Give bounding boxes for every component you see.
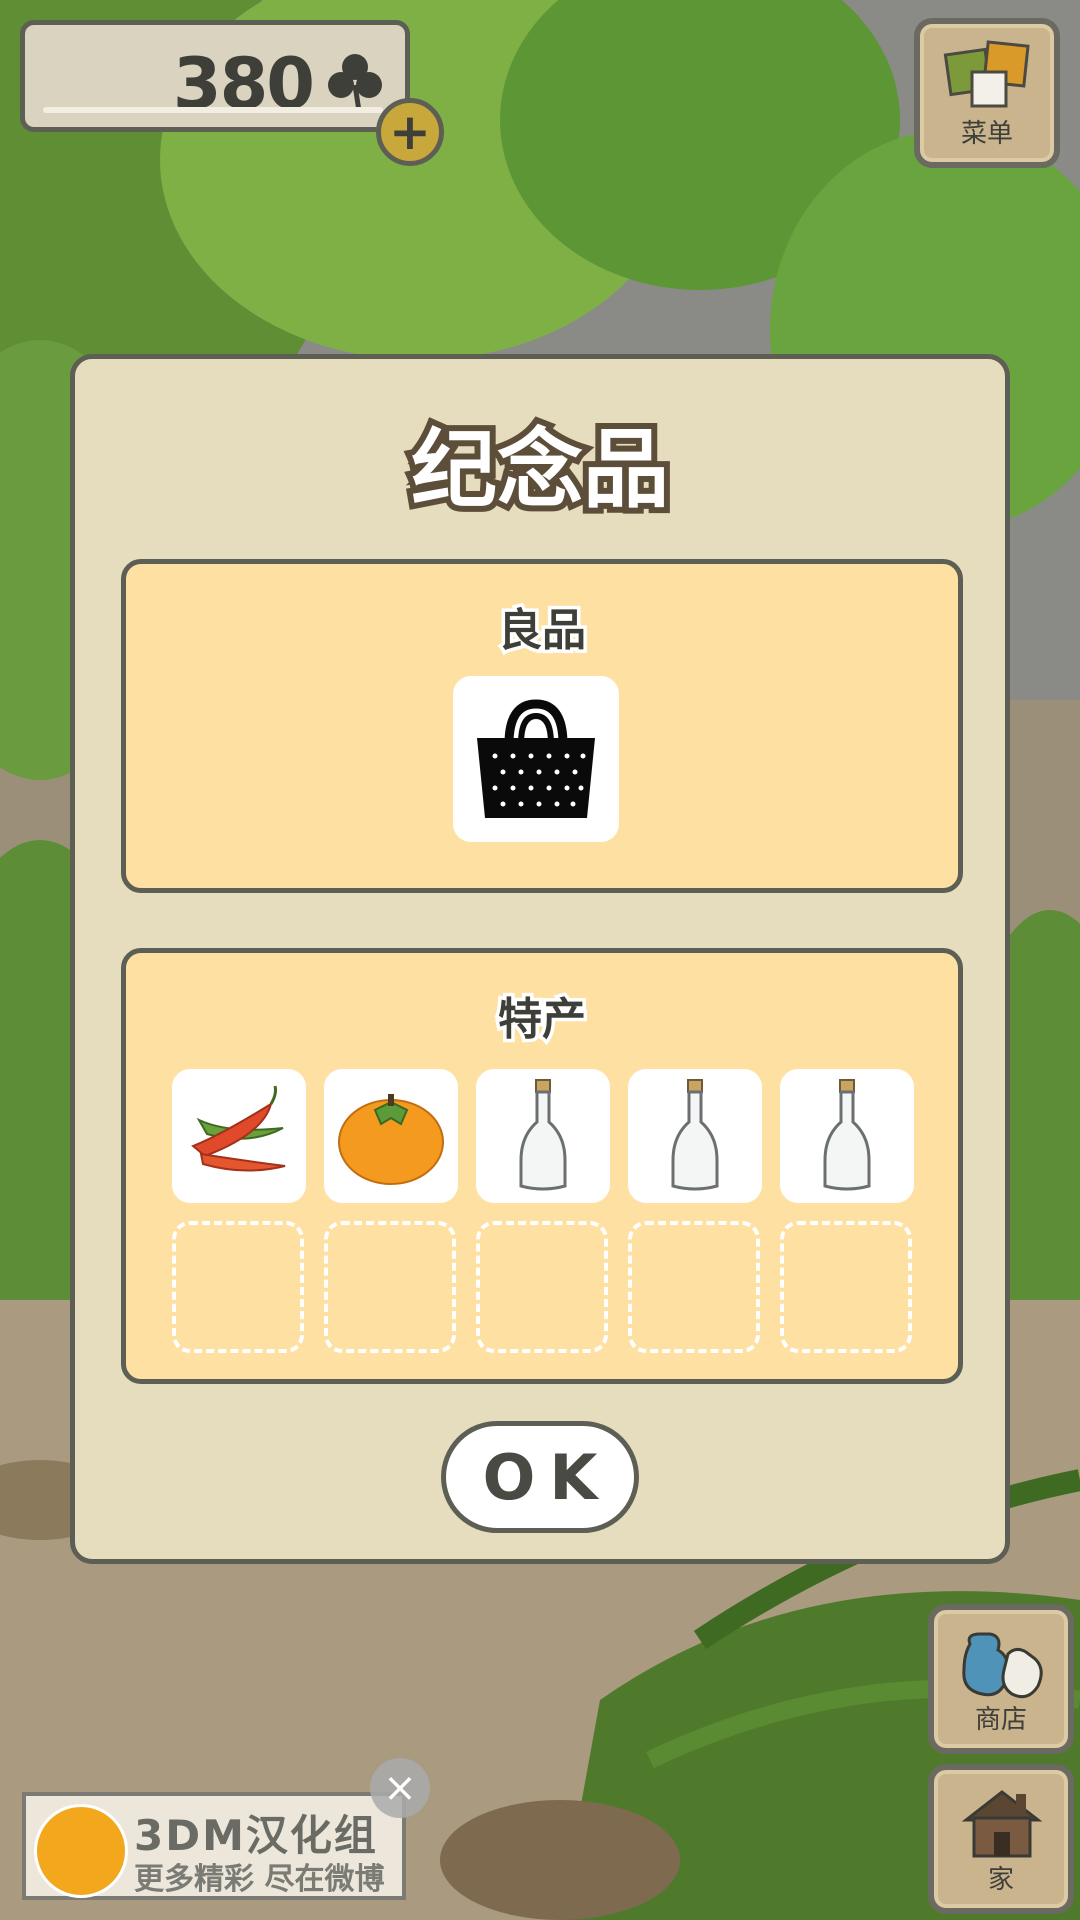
- specialties-panel: 特产: [121, 948, 963, 1384]
- specialties-title: 特产: [495, 991, 590, 1049]
- ad-logo-icon: [34, 1804, 128, 1898]
- home-button[interactable]: 家: [928, 1764, 1074, 1914]
- empty-specialty-slot: [780, 1221, 912, 1353]
- bottle-icon: [519, 1079, 567, 1191]
- ad-close-button[interactable]: ×: [370, 1758, 430, 1818]
- bottle-icon: [823, 1079, 871, 1191]
- empty-specialty-slot: [476, 1221, 608, 1353]
- basket-icon: [477, 699, 595, 818]
- good-items-title: 良品: [495, 602, 590, 660]
- shop-button[interactable]: 商店: [928, 1604, 1074, 1754]
- clover-icon: [328, 54, 382, 112]
- ad-subtitle: 更多精彩 尽在微博: [134, 1862, 385, 1897]
- specialty-slot[interactable]: [172, 1069, 306, 1203]
- empty-specialty-slot: [628, 1221, 760, 1353]
- specialty-slot[interactable]: [476, 1069, 610, 1203]
- empty-specialty-slot: [172, 1221, 304, 1353]
- bottle-icon: [671, 1079, 719, 1191]
- shop-label: 商店: [974, 1705, 1027, 1735]
- ad-banner[interactable]: 3DM汉化组 更多精彩 尽在微博: [22, 1792, 406, 1900]
- specialty-slot[interactable]: [324, 1069, 458, 1203]
- good-item-slot[interactable]: [453, 676, 619, 842]
- souvenir-dialog: 纪念品 良品 特产 OK: [70, 354, 1010, 1564]
- chili-pepper-icon: [191, 1085, 286, 1172]
- shop-bag-icon: [962, 1632, 1043, 1699]
- clover-counter: 380: [20, 20, 410, 132]
- house-icon: [961, 1790, 1043, 1858]
- good-items-panel: 良品: [121, 559, 963, 893]
- add-clover-button[interactable]: +: [376, 98, 444, 166]
- specialty-slot[interactable]: [780, 1069, 914, 1203]
- menu-button[interactable]: 菜单: [914, 18, 1060, 168]
- game-screen: 380 + 菜单 商店 家 纪念品 良品 特产 OK 3DM汉化组 更多精彩 尽…: [0, 0, 1080, 1920]
- menu-label: 菜单: [960, 119, 1013, 149]
- empty-specialty-slot: [324, 1221, 456, 1353]
- specialty-slot[interactable]: [628, 1069, 762, 1203]
- home-label: 家: [987, 1865, 1014, 1895]
- ok-button[interactable]: OK: [441, 1421, 639, 1533]
- menu-icon: [943, 40, 1030, 108]
- counter-underline: [43, 107, 383, 113]
- persimmon-icon: [338, 1094, 444, 1185]
- dialog-title: 纪念品: [405, 414, 675, 526]
